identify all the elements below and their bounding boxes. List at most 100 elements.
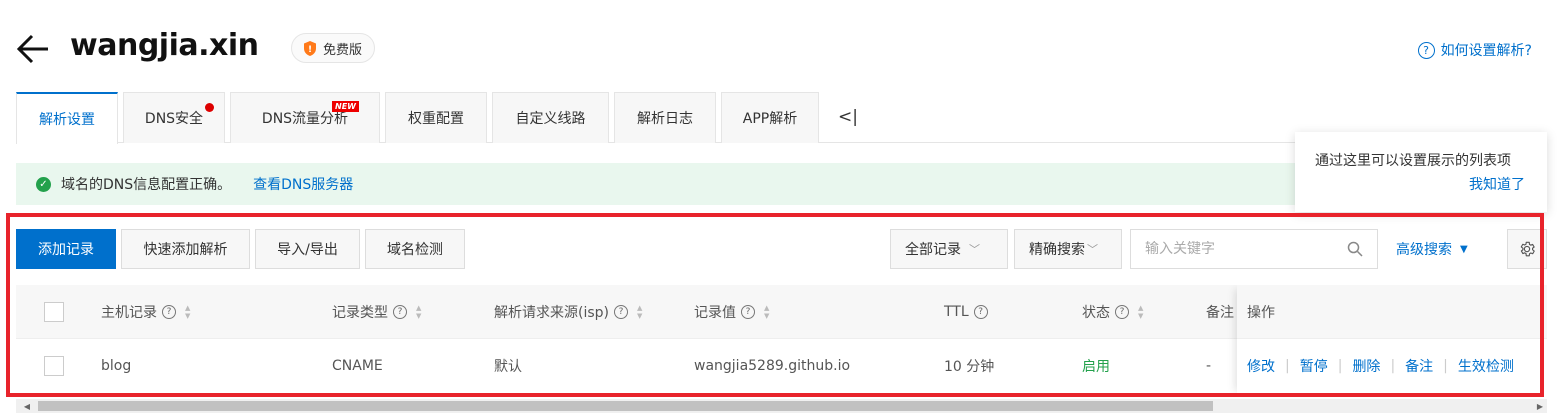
col-isp-label: 解析请求来源(isp) bbox=[494, 305, 609, 321]
question-circle-icon[interactable]: ? bbox=[1115, 305, 1129, 319]
record-filter-select[interactable]: 全部记录 ﹀ bbox=[890, 229, 1008, 269]
col-host: 主机记录 ? ▲ ▼ bbox=[101, 285, 190, 339]
tab-label: 解析设置 bbox=[39, 112, 95, 128]
select-all-checkbox[interactable] bbox=[44, 302, 64, 322]
tooltip-dismiss-link[interactable]: 我知道了 bbox=[1469, 174, 1525, 194]
col-host-label: 主机记录 bbox=[101, 305, 157, 321]
sort-icon[interactable]: ▲ ▼ bbox=[637, 304, 642, 320]
question-circle-icon[interactable]: ? bbox=[614, 305, 628, 319]
question-circle-icon[interactable]: ? bbox=[741, 305, 755, 319]
record-filter-value: 全部记录 bbox=[905, 242, 961, 258]
cell-value: wangjia5289.github.io bbox=[694, 358, 851, 374]
gear-icon bbox=[1520, 241, 1535, 257]
col-value: 记录值 ? ▲ ▼ bbox=[694, 285, 769, 339]
svg-text:!: ! bbox=[308, 45, 312, 55]
tab-label: 自定义线路 bbox=[515, 111, 586, 127]
search-mode-value: 精确搜索 bbox=[1029, 242, 1085, 258]
tab-label: DNS安全 bbox=[144, 111, 204, 127]
col-remark: 备注 bbox=[1206, 285, 1234, 339]
tab-dns-security[interactable]: DNS安全 bbox=[123, 92, 225, 143]
cell-status: 启用 bbox=[1082, 359, 1110, 375]
tab-label: APP解析 bbox=[742, 111, 798, 127]
shield-icon: ! bbox=[304, 40, 316, 56]
domain-check-button[interactable]: 域名检测 bbox=[365, 229, 465, 269]
actions-column: 操作 修改 | 暂停 | 删除 | 备注 | 生效检测 bbox=[1237, 285, 1547, 395]
help-link-label: 如何设置解析? bbox=[1440, 43, 1532, 59]
col-ttl: TTL ? bbox=[944, 285, 988, 339]
scroll-right-icon[interactable]: ▶ bbox=[1533, 399, 1547, 413]
tab-label: 解析日志 bbox=[637, 111, 693, 127]
chevron-down-icon: ﹀ bbox=[1087, 243, 1098, 256]
pause-action[interactable]: 暂停 bbox=[1300, 356, 1328, 376]
row-actions: 修改 | 暂停 | 删除 | 备注 | 生效检测 bbox=[1237, 339, 1547, 393]
divider: | bbox=[1337, 358, 1343, 374]
sort-icon[interactable]: ▲ ▼ bbox=[185, 304, 190, 320]
cell-ttl: 10 分钟 bbox=[944, 359, 995, 375]
domain-title: wangjia.xin bbox=[70, 28, 259, 63]
chevron-down-icon: ﹀ bbox=[969, 243, 980, 256]
column-settings-tooltip: 通过这里可以设置展示的列表项 我知道了 bbox=[1295, 132, 1547, 212]
tooltip-text: 通过这里可以设置展示的列表项 bbox=[1315, 153, 1511, 169]
divider: | bbox=[1390, 358, 1396, 374]
select-all-checkbox-cell bbox=[44, 285, 64, 339]
caret-down-icon: ▼ bbox=[1460, 243, 1468, 255]
tab-dns-settings[interactable]: 解析设置 bbox=[16, 92, 118, 144]
cell-host: blog bbox=[101, 358, 132, 374]
new-badge: NEW bbox=[332, 101, 359, 112]
column-settings-button[interactable] bbox=[1507, 229, 1547, 269]
remark-action[interactable]: 备注 bbox=[1405, 356, 1433, 376]
col-value-label: 记录值 bbox=[694, 305, 736, 321]
search-mode-select[interactable]: 精确搜索 ﹀ bbox=[1014, 229, 1122, 269]
plan-badge: ! 免费版 bbox=[291, 33, 376, 63]
sort-icon[interactable]: ▲ ▼ bbox=[416, 304, 421, 320]
tab-dns-traffic-analysis[interactable]: DNS流量分析 NEW bbox=[230, 92, 380, 143]
question-circle-icon[interactable]: ? bbox=[393, 305, 407, 319]
effect-check-action[interactable]: 生效检测 bbox=[1458, 356, 1514, 376]
quick-add-button[interactable]: 快速添加解析 bbox=[121, 229, 250, 269]
row-checkbox[interactable] bbox=[44, 356, 64, 376]
row-checkbox-cell bbox=[44, 339, 64, 393]
tab-dns-logs[interactable]: 解析日志 bbox=[614, 92, 716, 143]
delete-action[interactable]: 删除 bbox=[1352, 356, 1380, 376]
question-circle-icon[interactable]: ? bbox=[973, 305, 988, 319]
col-actions: 操作 bbox=[1237, 285, 1547, 339]
add-record-button[interactable]: 添加记录 bbox=[16, 229, 116, 269]
col-status-label: 状态 bbox=[1082, 305, 1110, 321]
plan-badge-label: 免费版 bbox=[323, 42, 363, 58]
dns-records-table: 主机记录 ? ▲ ▼ 记录类型 ? ▲ ▼ 解析请求来源(isp) ? ▲ ▼ 记录值… bbox=[16, 285, 1547, 395]
tab-custom-lines[interactable]: 自定义线路 bbox=[492, 92, 609, 143]
keyword-search-box bbox=[1130, 229, 1378, 269]
col-type: 记录类型 ? ▲ ▼ bbox=[332, 285, 421, 339]
col-remark-label: 备注 bbox=[1206, 305, 1234, 321]
keyword-search-input[interactable] bbox=[1145, 241, 1347, 257]
scrollbar-thumb[interactable] bbox=[38, 401, 1213, 411]
question-circle-icon[interactable]: ? bbox=[162, 305, 176, 319]
col-status: 状态 ? ▲ ▼ bbox=[1082, 285, 1143, 339]
view-dns-servers-link[interactable]: 查看DNS服务器 bbox=[253, 174, 353, 194]
edit-action[interactable]: 修改 bbox=[1247, 356, 1275, 376]
back-arrow-icon[interactable] bbox=[14, 30, 52, 68]
cell-isp: 默认 bbox=[494, 359, 522, 375]
notice-message: 域名的DNS信息配置正确。 bbox=[61, 177, 232, 193]
scroll-left-icon[interactable]: ◀ bbox=[20, 399, 34, 413]
tab-app-dns[interactable]: APP解析 bbox=[721, 92, 819, 143]
sort-icon[interactable]: ▲ ▼ bbox=[764, 304, 769, 320]
divider: | bbox=[1443, 358, 1448, 374]
search-icon[interactable] bbox=[1347, 241, 1363, 257]
advanced-search-toggle[interactable]: 高级搜索 ▼ bbox=[1396, 229, 1468, 269]
advanced-search-label: 高级搜索 bbox=[1396, 242, 1452, 258]
tab-weight-config[interactable]: 权重配置 bbox=[385, 92, 487, 143]
import-export-button[interactable]: 导入/导出 bbox=[255, 229, 360, 269]
dns-config-notice: ✓ 域名的DNS信息配置正确。 查看DNS服务器 bbox=[16, 163, 1306, 205]
notification-dot bbox=[205, 103, 214, 112]
sort-icon[interactable]: ▲ ▼ bbox=[1138, 304, 1143, 320]
tab-label: 权重配置 bbox=[408, 111, 464, 127]
help-link[interactable]: ? 如何设置解析? bbox=[1417, 40, 1532, 60]
horizontal-scrollbar[interactable]: ◀ ▶ bbox=[16, 399, 1547, 413]
col-type-label: 记录类型 bbox=[332, 305, 388, 321]
collapse-tabs-icon[interactable]: <| bbox=[838, 92, 858, 142]
col-ttl-label: TTL bbox=[944, 304, 969, 320]
divider: | bbox=[1285, 358, 1290, 374]
records-toolbar: 添加记录 快速添加解析 导入/导出 域名检测 全部记录 ﹀ 精确搜索 ﹀ 高级搜… bbox=[16, 229, 1547, 269]
col-isp: 解析请求来源(isp) ? ▲ ▼ bbox=[494, 285, 642, 339]
